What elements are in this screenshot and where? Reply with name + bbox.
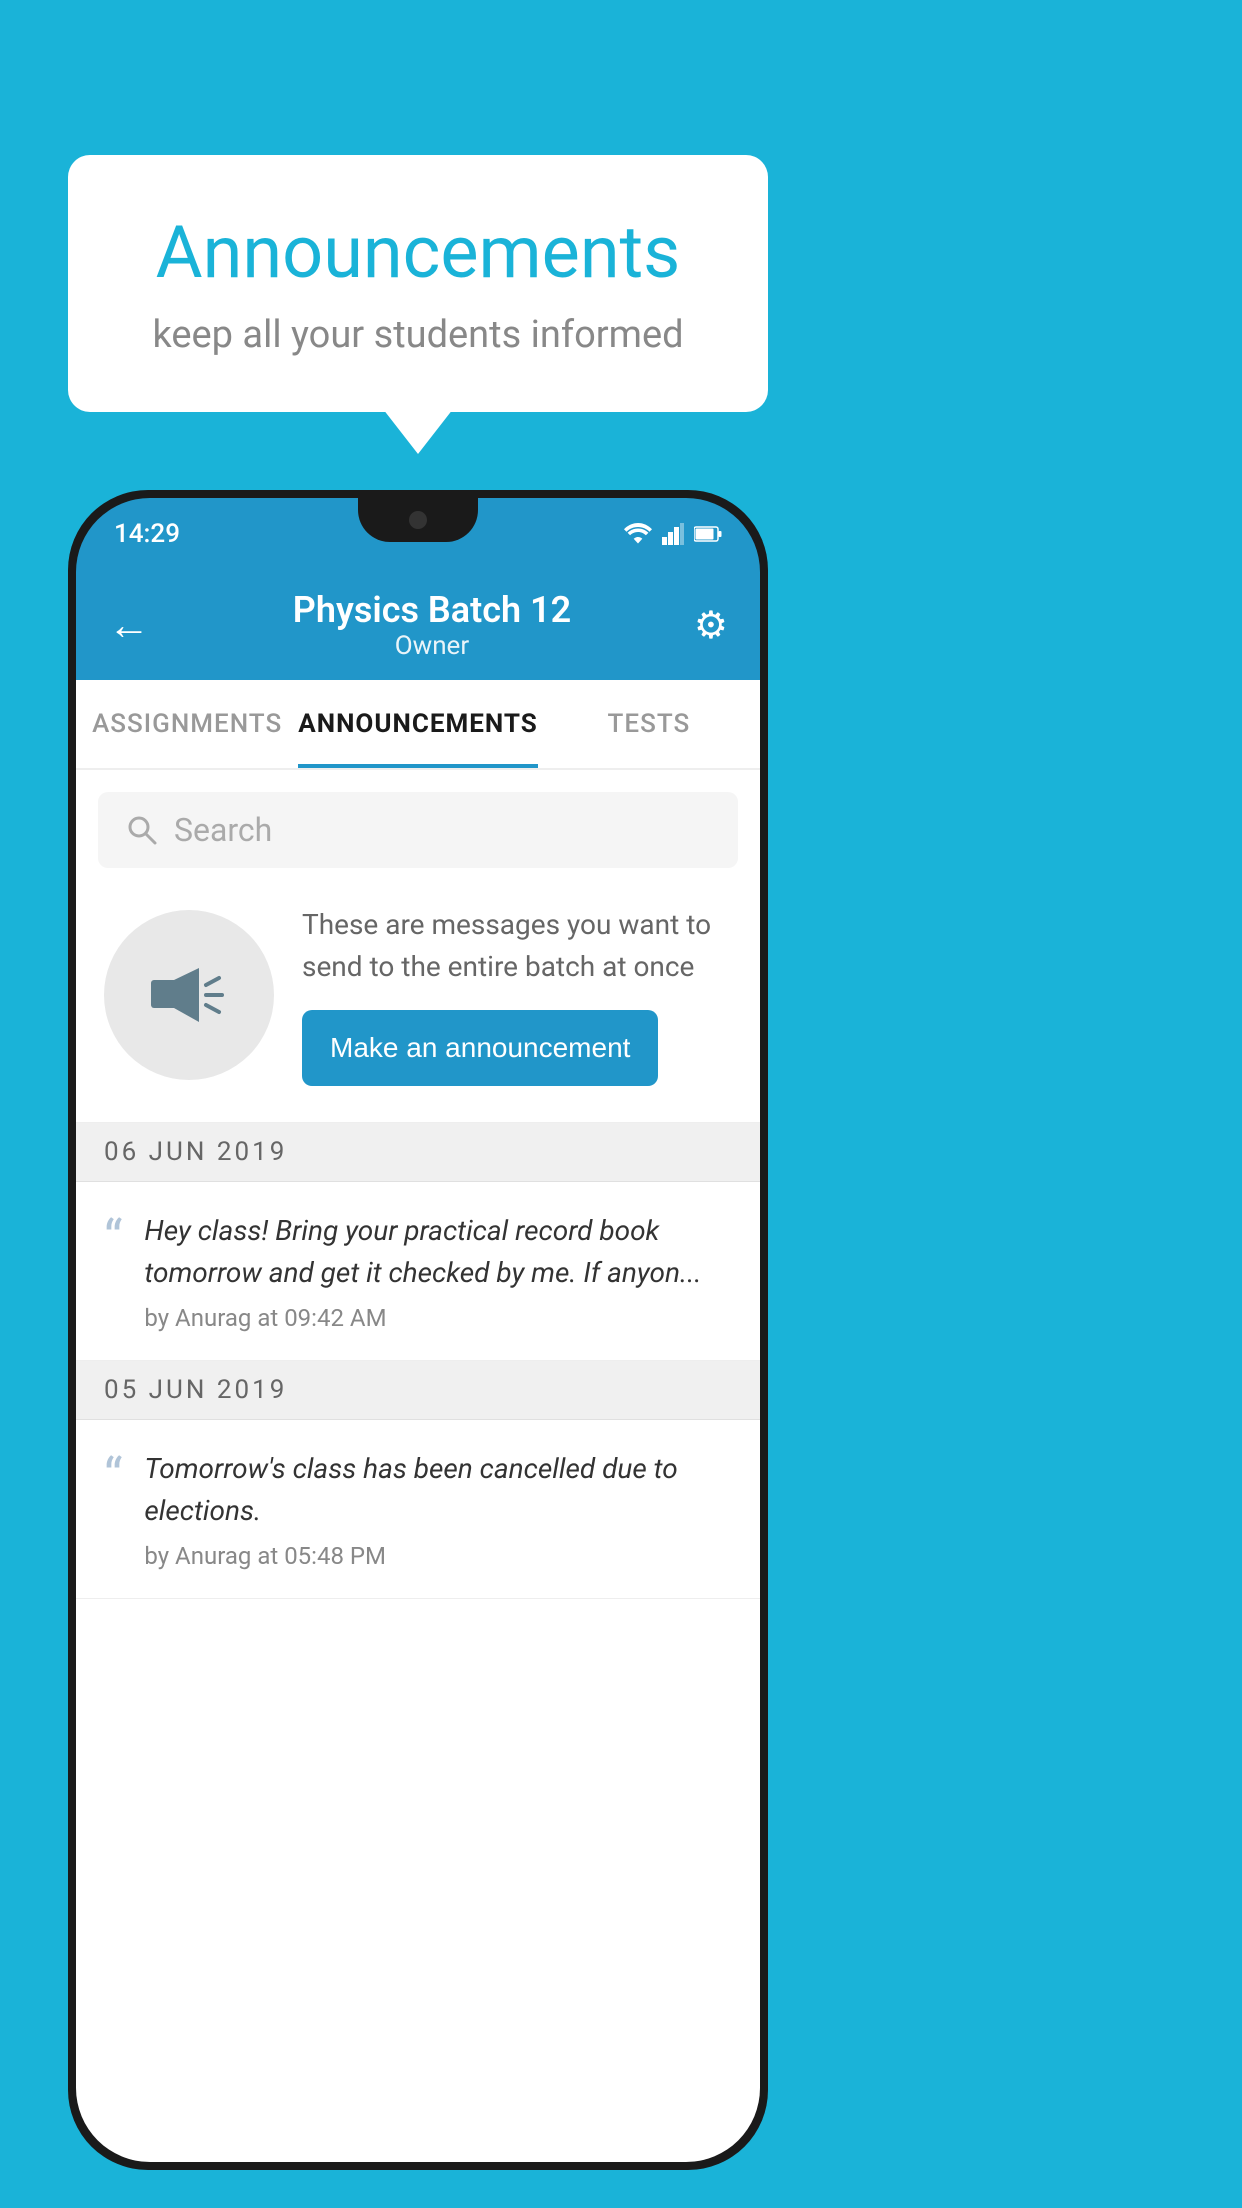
- search-bar[interactable]: Search: [98, 792, 738, 868]
- wifi-icon: [624, 523, 652, 545]
- announcement-item-1[interactable]: “ Hey class! Bring your practical record…: [76, 1182, 760, 1361]
- quote-icon-2: “: [104, 1452, 122, 1504]
- phone-content: Search These are messages you want to se…: [76, 770, 760, 2162]
- make-announcement-button[interactable]: Make an announcement: [302, 1010, 658, 1086]
- announcement-author-2: by Anurag at 05:48 PM: [144, 1542, 732, 1570]
- batch-name: Physics Batch 12: [170, 589, 694, 631]
- search-icon: [126, 814, 158, 846]
- tab-assignments[interactable]: ASSIGNMENTS: [76, 680, 298, 768]
- search-placeholder: Search: [174, 811, 272, 849]
- announcement-item-2[interactable]: “ Tomorrow's class has been cancelled du…: [76, 1420, 760, 1599]
- tab-tests[interactable]: TESTS: [538, 680, 760, 768]
- announcement-text-2: Tomorrow's class has been cancelled due …: [144, 1448, 732, 1570]
- settings-button[interactable]: ⚙: [694, 603, 728, 648]
- tab-bar: ASSIGNMENTS ANNOUNCEMENTS TESTS: [76, 680, 760, 770]
- batch-role: Owner: [170, 631, 694, 661]
- speech-bubble-container: Announcements keep all your students inf…: [68, 155, 768, 412]
- announcement-message-2: Tomorrow's class has been cancelled due …: [144, 1448, 732, 1532]
- signal-icon: [662, 523, 684, 545]
- announcement-message-1: Hey class! Bring your practical record b…: [144, 1210, 732, 1294]
- status-time: 14:29: [114, 519, 180, 549]
- status-icons: [624, 523, 722, 545]
- quote-icon-1: “: [104, 1214, 122, 1266]
- date-separator-1: 06 JUN 2019: [76, 1123, 760, 1182]
- battery-icon: [694, 526, 722, 542]
- promo-description: These are messages you want to send to t…: [302, 904, 732, 988]
- back-button[interactable]: ←: [108, 601, 150, 650]
- date-separator-2: 05 JUN 2019: [76, 1361, 760, 1420]
- announcement-text-1: Hey class! Bring your practical record b…: [144, 1210, 732, 1332]
- app-bar-title: Physics Batch 12 Owner: [170, 589, 694, 661]
- promo-right: These are messages you want to send to t…: [302, 904, 732, 1086]
- announcement-subtitle: keep all your students informed: [128, 313, 708, 357]
- app-bar: ← Physics Batch 12 Owner ⚙: [76, 570, 760, 680]
- promo-icon-circle: [104, 910, 274, 1080]
- phone-frame: 14:29: [68, 490, 768, 2170]
- announcement-title: Announcements: [128, 210, 708, 295]
- speech-bubble: Announcements keep all your students inf…: [68, 155, 768, 412]
- announcement-author-1: by Anurag at 09:42 AM: [144, 1304, 732, 1332]
- promo-section: These are messages you want to send to t…: [76, 868, 760, 1123]
- notch: [358, 498, 478, 542]
- tab-announcements[interactable]: ANNOUNCEMENTS: [298, 680, 537, 768]
- megaphone-icon: [144, 950, 234, 1040]
- phone-inner: 14:29: [76, 498, 760, 2162]
- camera: [409, 511, 427, 529]
- status-bar: 14:29: [76, 498, 760, 570]
